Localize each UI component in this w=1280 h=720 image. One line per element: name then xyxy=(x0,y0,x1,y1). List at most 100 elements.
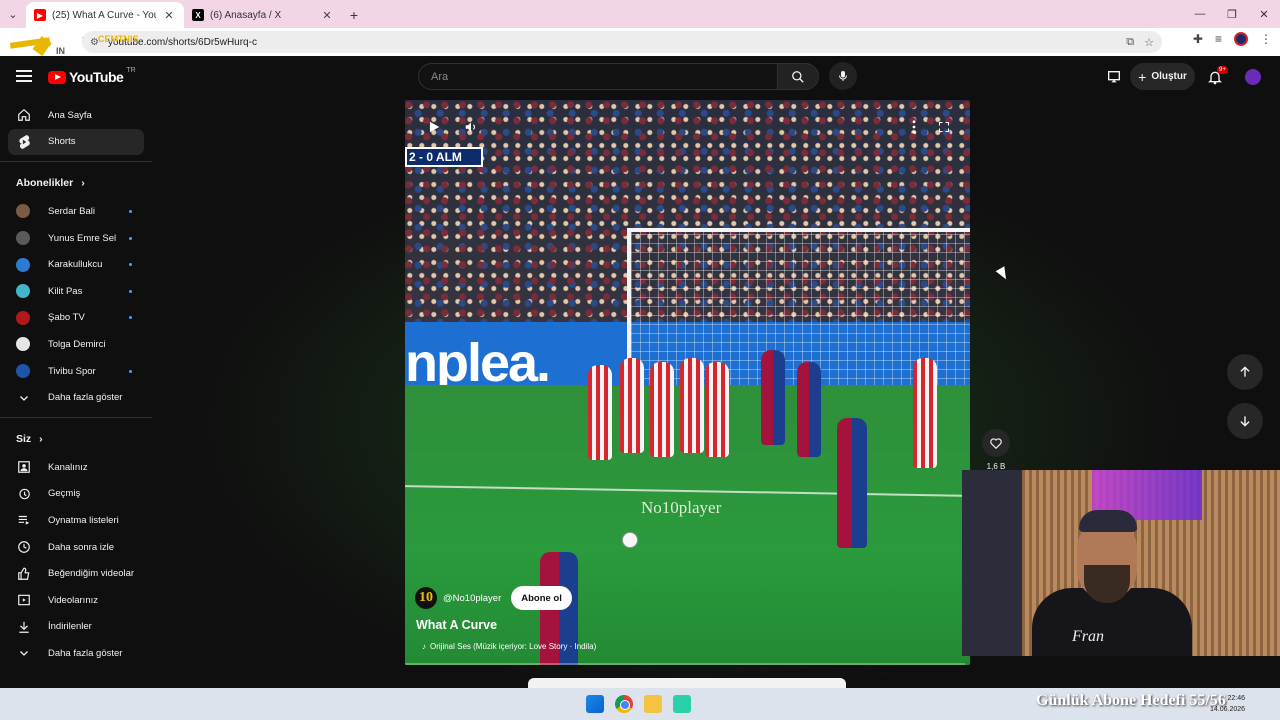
sidebar-item-liked[interactable]: Beğendiğim videolar xyxy=(0,560,152,587)
show-more-subscriptions[interactable]: Daha fazla göster xyxy=(0,384,152,411)
voice-search-button[interactable] xyxy=(829,62,857,90)
subscription-item[interactable]: Şabo TV xyxy=(0,305,152,332)
taskbar-clock[interactable]: 22:46 14.06.2026 xyxy=(1210,693,1245,715)
profile-avatar[interactable] xyxy=(1234,32,1248,46)
sidebar-item-history[interactable]: Geçmiş xyxy=(0,481,152,508)
sidebar-item-shorts[interactable]: Shorts xyxy=(8,128,144,156)
address-bar[interactable]: ⚙ youtube.com/shorts/6Dr5wHurq-c ⧉ ☆ xyxy=(82,31,1162,53)
you-header[interactable]: Siz › xyxy=(0,424,152,454)
restore-button[interactable]: ❐ xyxy=(1216,0,1248,28)
video-player-figure xyxy=(797,362,821,457)
taskbar-search-pill xyxy=(528,678,846,688)
shorts-icon xyxy=(16,134,32,150)
previous-short-button[interactable] xyxy=(1227,354,1263,390)
file-explorer-icon[interactable] xyxy=(644,695,662,713)
like-button[interactable] xyxy=(982,429,1010,457)
search-input[interactable]: Ara xyxy=(418,63,778,90)
subscription-item[interactable]: Tolga Demirci xyxy=(0,331,152,358)
media-controls-icon[interactable]: ≡ xyxy=(1215,32,1222,46)
sidebar-item-label: Daha sonra izle xyxy=(48,541,115,553)
browser-menu-icon[interactable]: ⋮ xyxy=(1260,32,1272,46)
chevron-down-icon xyxy=(16,645,32,661)
subscription-name: Tolga Demirci xyxy=(48,338,106,350)
tab-x[interactable]: X (6) Anasayfa / X ✕ xyxy=(184,2,342,28)
subscription-item[interactable]: Kilit Pas xyxy=(0,278,152,305)
subscription-name: Tivibu Spor xyxy=(48,365,96,377)
windows-start-icon[interactable] xyxy=(586,695,604,713)
show-more-you[interactable]: Daha fazla göster xyxy=(0,640,152,667)
sidebar-item-home[interactable]: Ana Sayfa xyxy=(0,102,152,129)
sidebar-item-your-videos[interactable]: Videolarınız xyxy=(0,587,152,614)
app-icon[interactable] xyxy=(673,695,691,713)
extensions-icon[interactable]: ✚ xyxy=(1193,32,1203,46)
subscriptions-header[interactable]: Abonelikler › xyxy=(0,168,152,198)
sidebar-item-label: Daha fazla göster xyxy=(48,647,123,659)
video-score-overlay: 2 - 0 ALM xyxy=(405,147,483,167)
bookmark-star-icon[interactable]: ☆ xyxy=(1144,36,1154,49)
channel-avatar xyxy=(16,337,30,352)
fullscreen-icon[interactable] xyxy=(938,121,950,133)
subscription-name: Kilit Pas xyxy=(48,285,83,297)
new-content-dot xyxy=(129,209,132,213)
tab-search-chevron-icon[interactable]: ⌄ xyxy=(0,0,26,28)
sidebar-item-label: Daha fazla göster xyxy=(48,392,123,404)
sidebar-item-label: Beğendiğim videolar xyxy=(48,568,135,580)
new-tab-button[interactable]: + xyxy=(342,2,366,28)
close-window-button[interactable]: ✕ xyxy=(1248,0,1280,28)
install-app-icon[interactable]: ⧉ xyxy=(1126,36,1134,49)
shirt-text: Fran xyxy=(1072,628,1104,645)
home-icon xyxy=(16,107,32,123)
cast-icon[interactable] xyxy=(1106,69,1122,85)
chevron-right-icon: › xyxy=(39,432,43,445)
music-info[interactable]: ♪ Orijinal Ses (Müzik içeriyor: Love Sto… xyxy=(422,642,596,651)
subscribe-button[interactable]: Abone ol xyxy=(511,586,572,610)
close-icon[interactable]: ✕ xyxy=(320,9,334,22)
close-icon[interactable]: ✕ xyxy=(162,9,176,22)
sidebar-item-watch-later[interactable]: Daha sonra izle xyxy=(0,534,152,561)
video-progress-bar[interactable] xyxy=(405,663,965,665)
play-icon[interactable] xyxy=(427,120,441,134)
sidebar-item-playlists[interactable]: Oynatma listeleri xyxy=(0,507,152,534)
account-avatar[interactable] xyxy=(1245,69,1261,85)
liked-icon xyxy=(16,566,32,582)
search-icon xyxy=(792,70,804,83)
heart-icon xyxy=(990,438,1002,450)
more-options-icon[interactable] xyxy=(912,120,916,134)
youtube-logo[interactable]: YouTube TR xyxy=(48,67,136,85)
search-button[interactable] xyxy=(777,63,819,90)
browser-tab-strip: ⌄ ▶ (25) What A Curve - YouTube ✕ X (6) … xyxy=(0,0,1280,28)
menu-icon[interactable] xyxy=(16,70,32,82)
music-text: Orijinal Ses (Müzik içeriyor: Love Story… xyxy=(430,642,597,651)
video-player-figure xyxy=(680,358,704,453)
subscription-item[interactable]: Karakullukcu xyxy=(0,251,152,278)
volume-icon[interactable] xyxy=(463,120,479,134)
clock-time: 22:46 xyxy=(1227,695,1246,702)
sidebar-item-label: Shorts xyxy=(48,136,76,148)
create-label: Oluştur xyxy=(1151,71,1187,82)
sidebar-item-downloads[interactable]: İndirilenler xyxy=(0,614,152,641)
next-short-button[interactable] xyxy=(1227,403,1263,439)
channel-handle[interactable]: @No10player xyxy=(443,593,501,604)
video-player-figure xyxy=(620,358,644,453)
subscription-item[interactable]: Yunus Emre Sel xyxy=(0,225,152,252)
tab-youtube[interactable]: ▶ (25) What A Curve - YouTube ✕ xyxy=(26,2,184,28)
notification-badge: 9+ xyxy=(1217,66,1228,74)
create-button[interactable]: + Oluştur xyxy=(1130,63,1195,90)
music-note-icon: ♪ xyxy=(422,642,426,651)
shorts-player[interactable]: nplea. 2 - 0 ALM No10player 10 @No10play… xyxy=(405,100,970,665)
subscription-item[interactable]: Tivibu Spor xyxy=(0,358,152,385)
sidebar-item-label: Geçmiş xyxy=(48,488,81,500)
youtube-icon: ▶ xyxy=(34,9,46,21)
sidebar-item-your-channel[interactable]: Kanalınız xyxy=(0,454,152,481)
chevron-right-icon: › xyxy=(81,177,85,190)
channel-avatar[interactable]: 10 xyxy=(415,587,437,609)
channel-avatar xyxy=(16,284,30,299)
minimize-button[interactable]: — xyxy=(1184,0,1216,28)
chrome-icon[interactable] xyxy=(615,695,633,713)
subscription-item[interactable]: Serdar Bali xyxy=(0,198,152,225)
short-title[interactable]: What A Curve xyxy=(416,618,497,632)
sidebar-item-label: Videolarınız xyxy=(48,594,98,606)
section-title: Abonelikler xyxy=(16,177,74,190)
logo-wordmark: YouTube xyxy=(69,69,124,85)
new-content-dot xyxy=(129,263,132,267)
